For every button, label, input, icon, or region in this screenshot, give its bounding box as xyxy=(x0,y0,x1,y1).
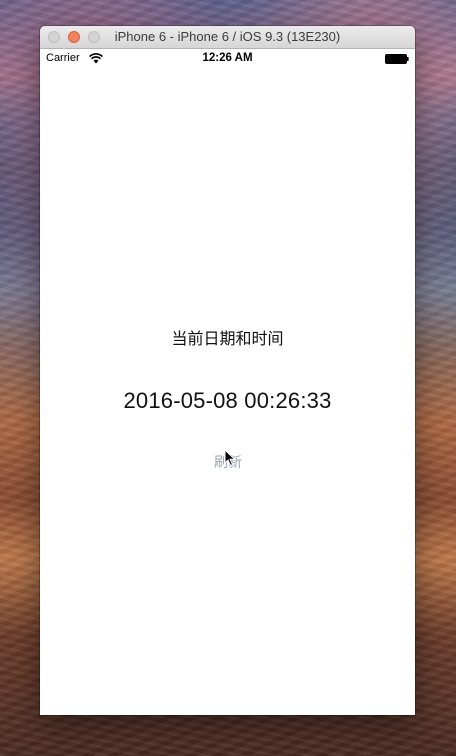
simulator-window: iPhone 6 - iPhone 6 / iOS 9.3 (13E230) C… xyxy=(40,26,415,715)
current-datetime-label: 当前日期和时间 xyxy=(171,329,284,348)
ios-status-bar: Carrier 12:26 AM xyxy=(40,49,415,69)
refresh-button[interactable]: 刷新 xyxy=(200,452,256,474)
datetime-value: 2016-05-08 00:26:33 xyxy=(123,388,332,413)
app-screen: 当前日期和时间 2016-05-08 00:26:33 刷新 xyxy=(40,69,415,715)
window-titlebar[interactable]: iPhone 6 - iPhone 6 / iOS 9.3 (13E230) xyxy=(40,26,415,49)
battery-icon xyxy=(385,54,409,64)
window-title: iPhone 6 - iPhone 6 / iOS 9.3 (13E230) xyxy=(114,29,341,44)
status-time: 12:26 AM xyxy=(202,52,253,64)
